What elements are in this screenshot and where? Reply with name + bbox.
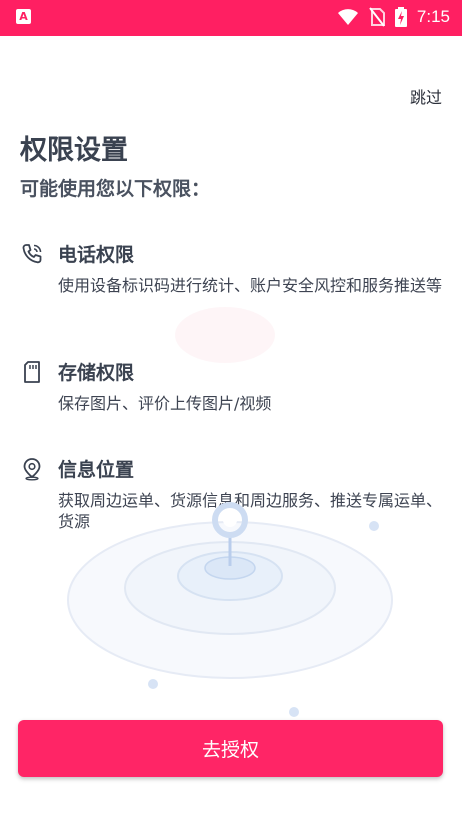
authorize-button[interactable]: 去授权 xyxy=(18,720,443,777)
background-watermark xyxy=(175,307,275,363)
clock: 7:15 xyxy=(416,7,450,26)
status-bar: A 7:15 xyxy=(0,0,462,36)
wifi-icon xyxy=(337,9,358,25)
permission-title: 存储权限 xyxy=(58,362,135,384)
skip-link[interactable]: 跳过 xyxy=(410,84,442,108)
location-pin-icon xyxy=(23,458,41,481)
no-sim-icon xyxy=(369,7,385,27)
page-title: 权限设置 xyxy=(20,135,128,166)
page-subtitle: 可能使用您以下权限： xyxy=(20,178,211,200)
sd-card-icon xyxy=(24,361,40,383)
battery-charging-icon xyxy=(394,7,407,27)
phone-icon xyxy=(22,244,42,264)
status-icons: 7:15 xyxy=(337,6,450,28)
permission-description: 保存图片、评价上传图片/视频 xyxy=(58,394,272,413)
permission-title: 信息位置 xyxy=(58,459,135,481)
permission-title: 电话权限 xyxy=(58,244,135,266)
location-radar-illustration xyxy=(67,502,393,717)
permission-description: 使用设备标识码进行统计、账户安全风控和服务推送等 xyxy=(58,276,443,295)
app-notification-icon: A xyxy=(16,9,31,24)
